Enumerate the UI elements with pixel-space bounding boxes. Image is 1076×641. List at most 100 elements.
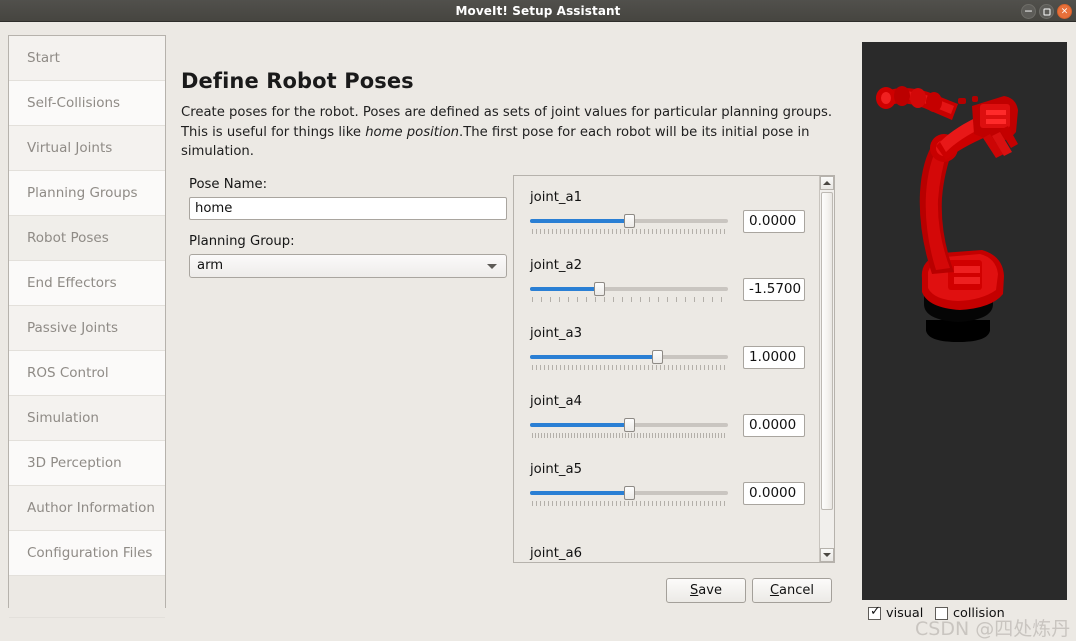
- sidebar-item-ros-control[interactable]: ROS Control: [9, 351, 165, 396]
- slider-ticks: [532, 501, 726, 506]
- joint-sliders-list: joint_a1 0.0000 joint_a2 -1.5700 joint_a…: [514, 176, 814, 562]
- sidebar-item-start[interactable]: Start: [9, 36, 165, 81]
- pose-form: Pose Name: Planning Group: arm: [189, 177, 509, 278]
- description-emphasis: home position: [365, 124, 460, 140]
- save-button[interactable]: Save: [666, 578, 746, 603]
- joint-sliders-panel: joint_a1 0.0000 joint_a2 -1.5700 joint_a…: [513, 175, 835, 563]
- sidebar-item-planning-groups[interactable]: Planning Groups: [9, 171, 165, 216]
- window-title: MoveIt! Setup Assistant: [455, 4, 621, 18]
- joint-slider[interactable]: [530, 418, 728, 438]
- sidebar-item-label: Virtual Joints: [27, 140, 113, 156]
- sidebar-item-label: Robot Poses: [27, 230, 109, 246]
- joint-name-label: joint_a2: [530, 258, 582, 273]
- content-pane: Define Robot Poses Create poses for the …: [178, 35, 850, 608]
- sidebar-item-label: Self-Collisions: [27, 95, 121, 111]
- minimize-button[interactable]: −: [1021, 4, 1036, 19]
- slider-ticks: [532, 365, 726, 370]
- chevron-down-icon: [487, 264, 497, 269]
- sidebar-filler: [9, 576, 165, 618]
- sidebar-item-simulation[interactable]: Simulation: [9, 396, 165, 441]
- slider-handle[interactable]: [624, 214, 635, 228]
- sidebar-item-label: 3D Perception: [27, 455, 122, 471]
- check-icon: ✓: [870, 604, 881, 619]
- slider-handle[interactable]: [624, 418, 635, 432]
- form-spacer: [189, 220, 509, 234]
- slider-fill: [530, 423, 629, 427]
- joint-name-label: joint_a1: [530, 190, 582, 205]
- joint-row: joint_a5 0.0000: [530, 462, 814, 530]
- slider-handle[interactable]: [594, 282, 605, 296]
- joint-row: joint_a2 -1.5700: [530, 258, 814, 326]
- joint-name-label: joint_a5: [530, 462, 582, 477]
- sidebar-item-3d-perception[interactable]: 3D Perception: [9, 441, 165, 486]
- page-description: Create poses for the robot. Poses are de…: [181, 103, 835, 162]
- joints-scrollbar[interactable]: [819, 176, 834, 562]
- joint-value-input[interactable]: 0.0000: [743, 210, 805, 233]
- joint-row: joint_a4 0.0000: [530, 394, 814, 462]
- joint-name-label: joint_a3: [530, 326, 582, 341]
- robot-arm-render: [876, 86, 1018, 342]
- joint-row: joint_a3 1.0000: [530, 326, 814, 394]
- slider-handle[interactable]: [624, 486, 635, 500]
- close-button[interactable]: ×: [1057, 4, 1072, 19]
- scrollbar-thumb[interactable]: [821, 192, 833, 510]
- cancel-button[interactable]: Cancel: [752, 578, 832, 603]
- joint-row: joint_a1 0.0000: [530, 190, 814, 258]
- sidebar-item-end-effectors[interactable]: End Effectors: [9, 261, 165, 306]
- sidebar-item-self-collisions[interactable]: Self-Collisions: [9, 81, 165, 126]
- planning-group-label: Planning Group:: [189, 234, 295, 249]
- navigation-sidebar: Start Self-Collisions Virtual Joints Pla…: [8, 35, 166, 618]
- pose-name-input[interactable]: [189, 197, 507, 220]
- sidebar-item-label: Planning Groups: [27, 185, 138, 201]
- sidebar-item-label: Author Information: [27, 500, 155, 516]
- save-label-rest: ave: [698, 583, 722, 598]
- joint-slider[interactable]: [530, 486, 728, 506]
- joint-value-input[interactable]: 1.0000: [743, 346, 805, 369]
- slider-fill: [530, 287, 599, 291]
- pose-name-label: Pose Name:: [189, 177, 268, 192]
- sidebar-item-configuration-files[interactable]: Configuration Files: [9, 531, 165, 576]
- joint-value-input[interactable]: 0.0000: [743, 482, 805, 505]
- joint-value-input[interactable]: -1.5700: [743, 278, 805, 301]
- scroll-down-arrow-icon[interactable]: [820, 548, 834, 562]
- sidebar-item-virtual-joints[interactable]: Virtual Joints: [9, 126, 165, 171]
- checkbox-box: ✓: [868, 604, 881, 620]
- sidebar-item-label: Passive Joints: [27, 320, 119, 336]
- sidebar-item-robot-poses[interactable]: Robot Poses: [9, 216, 165, 261]
- slider-handle[interactable]: [652, 350, 663, 364]
- joint-value-input[interactable]: 0.0000: [743, 414, 805, 437]
- sidebar-item-label: Configuration Files: [27, 545, 153, 561]
- planning-group-value: arm: [197, 258, 224, 273]
- watermark: CSDN @四处炼丹: [915, 618, 1071, 640]
- title-bar: MoveIt! Setup Assistant − ×: [0, 0, 1076, 22]
- sidebar-item-passive-joints[interactable]: Passive Joints: [9, 306, 165, 351]
- joint-slider[interactable]: [530, 350, 728, 370]
- close-icon: ×: [1060, 6, 1069, 16]
- slider-fill: [530, 491, 629, 495]
- cancel-label-rest: ancel: [779, 583, 815, 598]
- sidebar-item-label: Start: [27, 50, 60, 66]
- sidebar-item-label: End Effectors: [27, 275, 117, 291]
- joint-slider[interactable]: [530, 282, 728, 302]
- sidebar-item-author-information[interactable]: Author Information: [9, 486, 165, 531]
- joint-name-label: joint_a4: [530, 394, 582, 409]
- slider-fill: [530, 219, 629, 223]
- slider-fill: [530, 355, 657, 359]
- triangle-down-icon: [823, 553, 831, 557]
- planning-group-select[interactable]: arm: [189, 254, 507, 278]
- page-title: Define Robot Poses: [181, 69, 414, 93]
- joint-name-label-clipped: joint_a6: [530, 546, 582, 561]
- triangle-up-icon: [823, 181, 831, 185]
- robot-3d-viewport[interactable]: [862, 42, 1067, 600]
- maximize-button[interactable]: [1039, 4, 1054, 19]
- maximize-icon: [1043, 8, 1050, 15]
- slider-ticks: [532, 433, 726, 438]
- joint-slider[interactable]: [530, 214, 728, 234]
- sidebar-item-label: Simulation: [27, 410, 99, 426]
- cancel-mnemonic: C: [769, 583, 780, 598]
- scroll-up-arrow-icon[interactable]: [820, 176, 834, 190]
- sidebar-item-label: ROS Control: [27, 365, 109, 381]
- slider-ticks: [532, 229, 726, 234]
- slider-ticks: [532, 297, 726, 302]
- window-body: Start Self-Collisions Virtual Joints Pla…: [0, 22, 1076, 640]
